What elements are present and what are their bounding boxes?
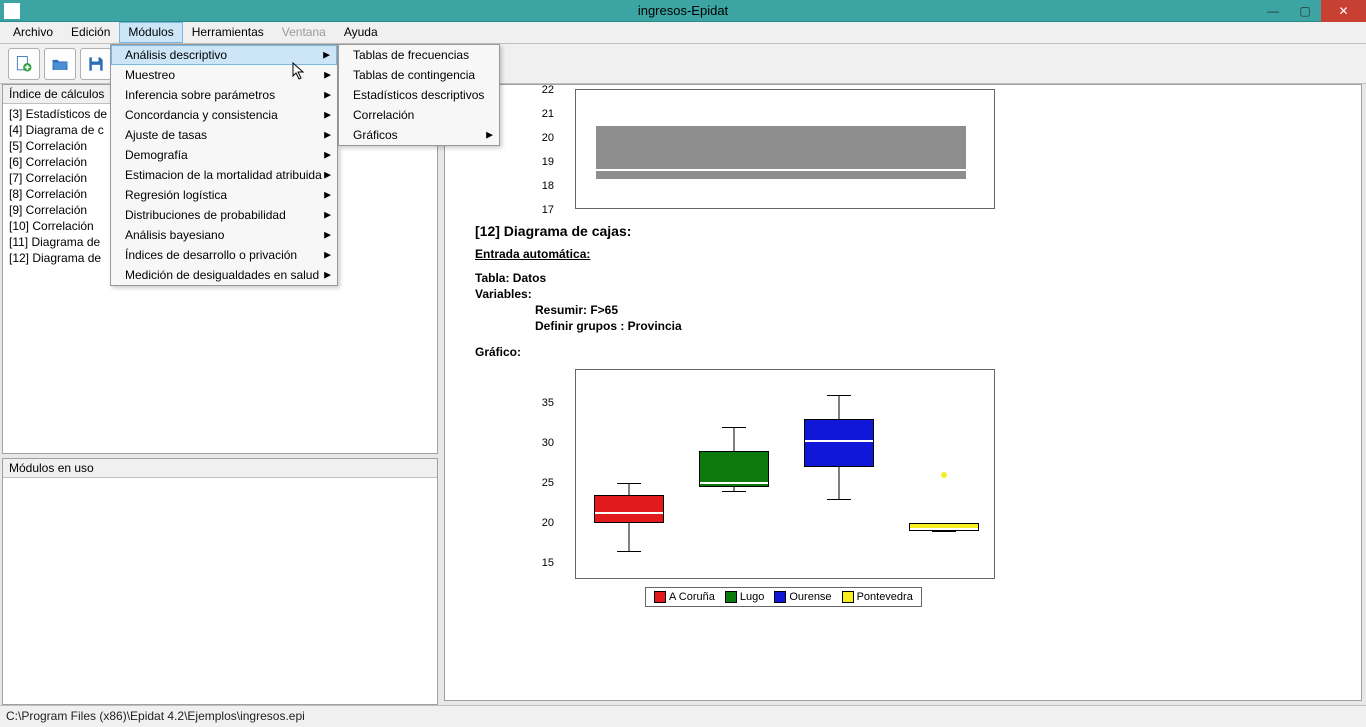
dd-indices[interactable]: Índices de desarrollo o privación▶ bbox=[111, 245, 337, 265]
dd-tablas-contingencia[interactable]: Tablas de contingencia bbox=[339, 65, 499, 85]
folder-open-icon bbox=[50, 54, 70, 74]
new-doc-icon bbox=[14, 54, 34, 74]
dd-correlacion[interactable]: Correlación bbox=[339, 105, 499, 125]
save-icon bbox=[86, 54, 106, 74]
dd-analisis-descriptivo[interactable]: Análisis descriptivo▶ bbox=[111, 45, 337, 65]
submenu-arrow-icon: ▶ bbox=[323, 50, 330, 61]
menu-ayuda[interactable]: Ayuda bbox=[335, 22, 387, 43]
statusbar: C:\Program Files (x86)\Epidat 4.2\Ejempl… bbox=[0, 705, 1366, 727]
dd-concordancia[interactable]: Concordancia y consistencia▶ bbox=[111, 105, 337, 125]
boxplot-chart: 1520253035 A CoruñaLugoOurensePontevedra bbox=[575, 369, 1331, 607]
dd-bayesiano[interactable]: Análisis bayesiano▶ bbox=[111, 225, 337, 245]
dd-graficos[interactable]: Gráficos▶ bbox=[339, 125, 499, 145]
maximize-button[interactable]: ▢ bbox=[1289, 0, 1321, 22]
open-button[interactable] bbox=[44, 48, 76, 80]
status-path: C:\Program Files (x86)\Epidat 4.2\Ejempl… bbox=[6, 709, 305, 723]
menu-herramientas[interactable]: Herramientas bbox=[183, 22, 273, 43]
entry-auto-label: Entrada automática: bbox=[475, 247, 1331, 261]
menubar: Archivo Edición Módulos Herramientas Ven… bbox=[0, 22, 1366, 44]
titlebar: ingresos-Epidat — ▢ ✕ bbox=[0, 0, 1366, 22]
modules-in-use-body bbox=[3, 478, 437, 704]
dd-mortalidad[interactable]: Estimacion de la mortalidad atribuida▶ bbox=[111, 165, 337, 185]
minimize-button[interactable]: — bbox=[1257, 0, 1289, 22]
section-title: [12] Diagrama de cajas: bbox=[475, 223, 1331, 239]
groups-line: Definir grupos : Provincia bbox=[535, 319, 1331, 333]
app-icon bbox=[4, 3, 20, 19]
modules-dropdown: Análisis descriptivo▶ Muestreo▶ Inferenc… bbox=[110, 44, 338, 286]
dd-desigualdades[interactable]: Medición de desigualdades en salud▶ bbox=[111, 265, 337, 285]
dd-regresion[interactable]: Regresión logística▶ bbox=[111, 185, 337, 205]
menu-ventana: Ventana bbox=[273, 22, 335, 43]
output-panel: 171819202122 [12] Diagrama de cajas: Ent… bbox=[444, 84, 1362, 701]
dd-ajuste-tasas[interactable]: Ajuste de tasas▶ bbox=[111, 125, 337, 145]
dd-muestreo[interactable]: Muestreo▶ bbox=[111, 65, 337, 85]
menu-archivo[interactable]: Archivo bbox=[4, 22, 62, 43]
dd-estadisticos-descriptivos[interactable]: Estadísticos descriptivos bbox=[339, 85, 499, 105]
table-line: Tabla: Datos bbox=[475, 271, 1331, 285]
window-controls: — ▢ ✕ bbox=[1257, 0, 1366, 22]
window-title: ingresos-Epidat bbox=[638, 3, 728, 18]
top-chart-fragment: 171819202122 bbox=[575, 89, 1331, 209]
menu-edicion[interactable]: Edición bbox=[62, 22, 119, 43]
analisis-submenu: Tablas de frecuencias Tablas de continge… bbox=[338, 44, 500, 146]
modules-in-use-panel: Módulos en uso bbox=[2, 458, 438, 705]
legend-item-1: Lugo bbox=[725, 591, 764, 603]
boxplot-legend: A Coruña Lugo Ourense Pontevedra bbox=[645, 587, 922, 607]
new-doc-button[interactable] bbox=[8, 48, 40, 80]
dd-demografia[interactable]: Demografía▶ bbox=[111, 145, 337, 165]
resume-line: Resumir: F>65 bbox=[535, 303, 1331, 317]
dd-distribuciones[interactable]: Distribuciones de probabilidad▶ bbox=[111, 205, 337, 225]
modules-in-use-header: Módulos en uso bbox=[3, 459, 437, 478]
close-button[interactable]: ✕ bbox=[1321, 0, 1366, 22]
variables-label: Variables: bbox=[475, 287, 1331, 301]
legend-item-2: Ourense bbox=[774, 591, 831, 603]
chart-label: Gráfico: bbox=[475, 345, 1331, 359]
menu-modulos[interactable]: Módulos bbox=[119, 22, 182, 43]
save-button[interactable] bbox=[80, 48, 112, 80]
legend-item-3: Pontevedra bbox=[842, 591, 913, 603]
dd-inferencia[interactable]: Inferencia sobre parámetros▶ bbox=[111, 85, 337, 105]
dd-tablas-frecuencias[interactable]: Tablas de frecuencias bbox=[339, 45, 499, 65]
legend-item-0: A Coruña bbox=[654, 591, 715, 603]
